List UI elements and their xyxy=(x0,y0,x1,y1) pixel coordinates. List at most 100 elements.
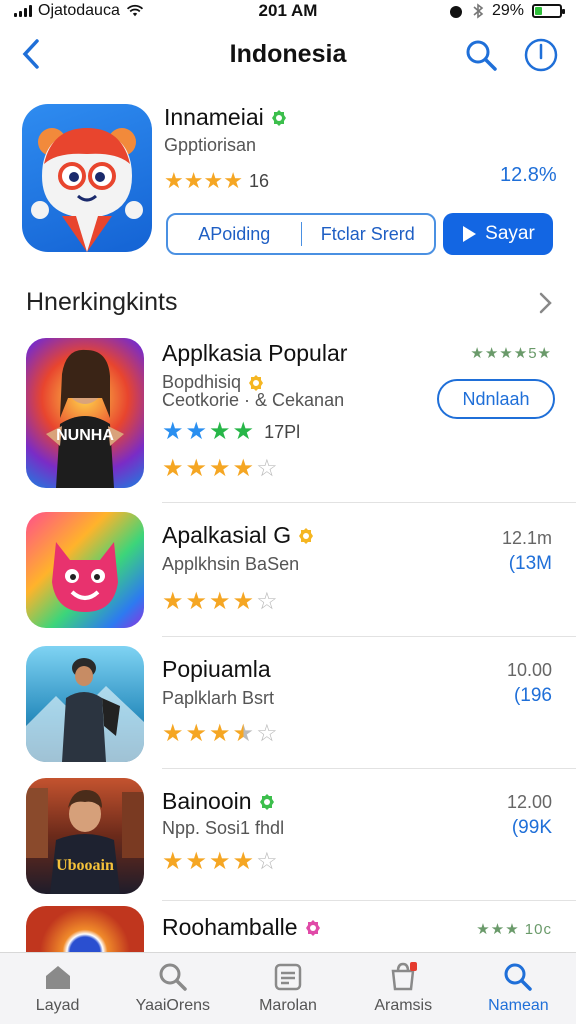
star-icon: ☆ xyxy=(256,455,278,482)
list-icon xyxy=(274,963,302,991)
star-icon: ★ xyxy=(162,720,184,747)
status-bar: Ojatodauca 201 AM 29% xyxy=(0,0,576,22)
app-title: Roohamballe xyxy=(162,914,298,940)
featured-segmented-control: APoiding Ftclar Srerd xyxy=(166,213,436,255)
bluetooth-icon xyxy=(473,3,484,19)
tab-home[interactable]: Layad xyxy=(0,953,115,1024)
app-downloads: (13M xyxy=(508,553,552,574)
app-size: 12.1m xyxy=(501,528,552,548)
signal-icon xyxy=(14,5,32,17)
chevron-right-icon[interactable] xyxy=(536,290,556,316)
star-icon: ★ xyxy=(232,720,255,747)
colored-star-rating: ★ ★ ★ ★ 17Pl xyxy=(162,418,301,445)
featured-app-icon[interactable] xyxy=(22,104,152,252)
alarm-icon xyxy=(449,6,462,18)
featured-rating: ★★★★ 16 xyxy=(164,168,269,194)
app-meta: ★★★ 10c xyxy=(476,921,552,938)
star-icon: ★ xyxy=(164,168,184,193)
star-icon: ★ xyxy=(203,168,224,193)
app-icon[interactable] xyxy=(26,646,144,762)
status-time: 201 AM xyxy=(258,1,318,20)
verified-badge-icon xyxy=(299,527,314,544)
app-name[interactable]: Apalkasial G xyxy=(162,522,315,549)
app-icon[interactable] xyxy=(26,512,144,628)
star-icon: ★ xyxy=(183,168,204,193)
star-rating: ★ ★ ★ ★ ☆ xyxy=(162,850,278,874)
segment-left[interactable]: APoiding xyxy=(168,224,301,245)
app-icon[interactable]: Ubooain xyxy=(26,778,144,894)
nav-bar: Indonesia xyxy=(0,28,576,80)
app-developer: Npp. Sosi1 fhdl xyxy=(162,818,285,838)
app-size: 12.00 xyxy=(506,792,552,812)
star-icon: ★ xyxy=(185,455,208,482)
play-button[interactable]: Sayar xyxy=(443,213,553,255)
app-name[interactable]: Roohamballe xyxy=(162,914,322,941)
app-size: 10.00 xyxy=(506,660,552,680)
tab-label: Layad xyxy=(35,997,80,1014)
tab-label: YaaiOrens xyxy=(135,997,210,1014)
tab-search-active[interactable]: Namean xyxy=(461,953,576,1024)
star-icon: ☆ xyxy=(256,848,278,875)
tab-bag[interactable]: Aramsis xyxy=(346,953,461,1024)
star-icon: ★ xyxy=(162,455,184,482)
star-icon: ★ xyxy=(185,848,208,875)
tab-bar: Layad YaaiOrens Marolan Aramsis Namean xyxy=(0,952,576,1024)
featured-app-name[interactable]: Innameiai xyxy=(164,104,288,131)
star-rating: ★ ★ ★ ★ ☆ xyxy=(162,457,278,481)
star-icon: ★ xyxy=(209,848,231,875)
battery-fill xyxy=(535,7,542,15)
app-title: Bainooin xyxy=(162,788,252,814)
app-icon[interactable]: NUNHA xyxy=(26,338,144,488)
app-category: Ceotkorie · & Cekanan xyxy=(162,390,345,410)
get-button[interactable]: Ndnlaah xyxy=(437,379,555,419)
wifi-icon xyxy=(126,4,143,17)
star-icon: ★ xyxy=(209,588,231,615)
divider xyxy=(162,900,576,901)
star-icon: ★ xyxy=(162,588,184,615)
search-icon xyxy=(159,963,187,991)
star-rating: ★ ★ ★ ★ ☆ xyxy=(162,590,278,614)
search-icon xyxy=(504,963,533,991)
star-icon: ★ xyxy=(162,848,184,875)
icon-text: NUNHA xyxy=(56,427,114,444)
battery-percent: 29% xyxy=(491,2,524,19)
section-title: Hnerkingkints xyxy=(26,288,178,316)
bag-icon xyxy=(391,962,418,991)
segment-right[interactable]: Ftclar Srerd xyxy=(302,224,435,245)
star-icon: ★ xyxy=(223,168,243,193)
app-developer: Applkhsin BaSen xyxy=(162,554,300,574)
play-button-label: Sayar xyxy=(485,223,535,244)
tab-label: Aramsis xyxy=(374,997,433,1014)
star-icon: ★ xyxy=(232,588,255,615)
hero-character-icon: Ubooain xyxy=(26,788,144,894)
home-icon xyxy=(45,966,70,989)
search-icon[interactable] xyxy=(462,36,500,74)
app-title: Apalkasial G xyxy=(162,522,292,548)
star-icon: ★ xyxy=(209,455,231,482)
status-right: 29% xyxy=(362,2,565,20)
app-developer: Paplklarh Bsrt xyxy=(162,688,275,708)
app-name[interactable]: Applkasia Popular xyxy=(162,340,347,367)
verified-badge-icon xyxy=(305,919,320,936)
tab-label: Namean xyxy=(488,997,549,1014)
app-downloads: (99K xyxy=(511,817,552,838)
battery-icon xyxy=(532,4,565,18)
status-left: Ojatodauca xyxy=(14,2,214,20)
featured-app-title: Innameiai xyxy=(164,104,264,130)
verified-badge-icon xyxy=(259,793,274,810)
app-name[interactable]: Popiuamla xyxy=(162,656,271,683)
power-icon[interactable] xyxy=(522,36,560,74)
star-icon: ★ xyxy=(185,588,208,615)
tab-list[interactable]: Marolan xyxy=(230,953,345,1024)
tab-search[interactable]: YaaiOrens xyxy=(115,953,230,1024)
tab-label: Marolan xyxy=(259,997,317,1014)
featured-price: 12.8% xyxy=(500,164,557,186)
divider xyxy=(162,636,576,637)
app-name[interactable]: Bainooin xyxy=(162,788,276,815)
app-icon[interactable] xyxy=(26,906,144,952)
divider xyxy=(162,502,576,503)
play-icon xyxy=(463,226,477,242)
star-icon: ☆ xyxy=(256,588,278,615)
carrier-label: Ojatodauca xyxy=(38,2,120,19)
app-title: Popiuamla xyxy=(162,656,271,682)
